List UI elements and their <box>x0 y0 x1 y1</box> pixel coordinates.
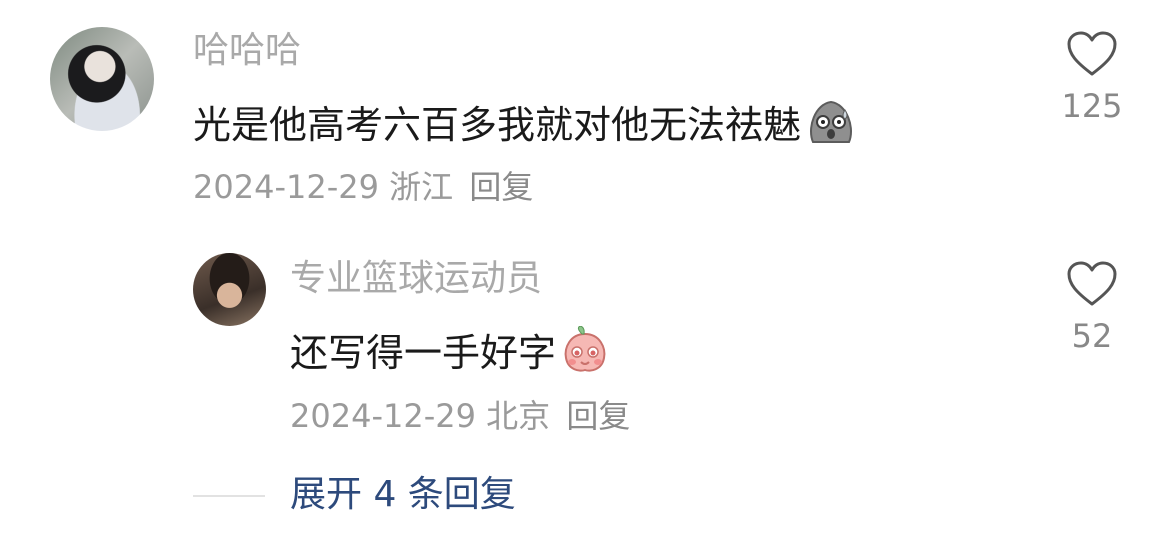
reply-username[interactable]: 专业篮球运动员 <box>290 259 542 299</box>
avatar[interactable] <box>50 27 154 131</box>
comment-location: 浙江 <box>389 168 454 206</box>
comment-meta: 2024-12-29 浙江 回复 <box>193 169 533 205</box>
divider <box>193 495 265 497</box>
comment-date: 2024-12-29 <box>193 168 379 206</box>
reply-location: 北京 <box>486 397 551 435</box>
avatar[interactable] <box>193 253 266 326</box>
comment-text-body: 光是他高考六百多我就对他无法祛魅 <box>193 103 802 147</box>
expand-replies-link[interactable]: 展开 4 条回复 <box>290 474 516 516</box>
comment-text: 光是他高考六百多我就对他无法祛魅 <box>193 98 857 155</box>
peach-pleading-emoji-icon <box>560 325 610 383</box>
reply-text: 还写得一手好字 <box>290 325 610 383</box>
sweating-blob-emoji-icon <box>805 98 857 155</box>
like-button[interactable]: 125 <box>1056 30 1128 124</box>
reply-date: 2024-12-29 <box>290 397 476 435</box>
like-count: 52 <box>1071 317 1113 355</box>
comment-username[interactable]: 哈哈哈 <box>193 31 301 71</box>
reply-text-body: 还写得一手好字 <box>290 331 557 375</box>
reply-meta: 2024-12-29 北京 回复 <box>290 398 630 434</box>
reply-button[interactable]: 回复 <box>469 168 533 206</box>
like-button[interactable]: 52 <box>1056 260 1128 354</box>
heart-icon[interactable] <box>1066 30 1118 78</box>
heart-icon[interactable] <box>1066 260 1118 308</box>
like-count: 125 <box>1061 87 1123 125</box>
reply-button[interactable]: 回复 <box>566 397 630 435</box>
